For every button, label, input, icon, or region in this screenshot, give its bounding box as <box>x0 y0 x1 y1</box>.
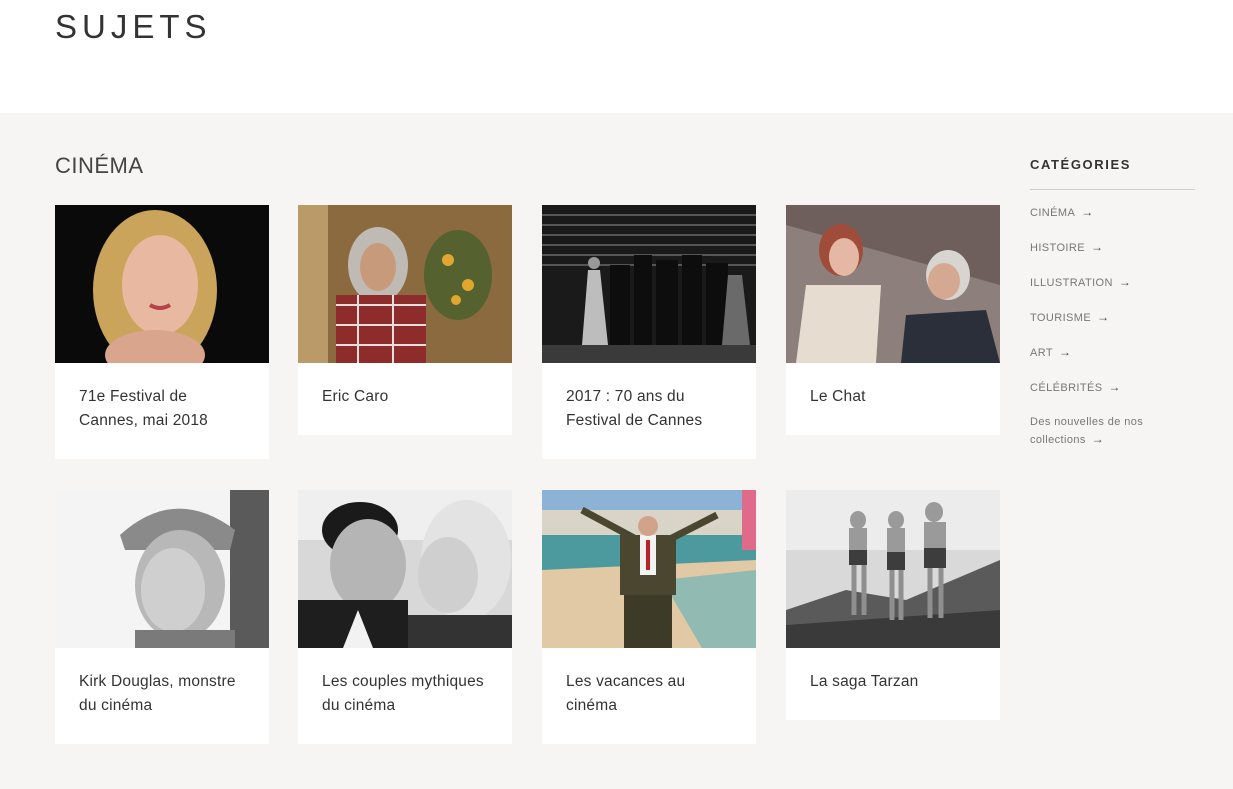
section-title: CINÉMA <box>55 153 144 178</box>
categories-sidebar: CATÉGORIES CINÉMA → HISTOIRE → ILLUSTRATIO… <box>1030 157 1195 466</box>
content-area: CINÉMA 71e Festival de Cannes, mai 2018 <box>0 113 1233 789</box>
card-title[interactable]: Les vacances au cinéma <box>542 648 756 742</box>
card-image[interactable] <box>542 490 756 648</box>
sidebar-item-label[interactable]: CINÉMA <box>1030 207 1075 219</box>
card-vacances-au-cinema[interactable]: Les vacances au cinéma <box>542 490 756 744</box>
page-title: SUJETS <box>55 8 212 45</box>
sidebar-item-label[interactable]: ILLUSTRATION <box>1030 277 1113 289</box>
card-kirk-douglas[interactable]: Kirk Douglas, monstre du cinéma <box>55 490 269 744</box>
card-saga-tarzan[interactable]: La saga Tarzan <box>786 490 1000 720</box>
card-image[interactable] <box>786 205 1000 363</box>
sidebar-item-tourisme[interactable]: TOURISME → <box>1030 309 1195 327</box>
arrow-right-icon[interactable]: → <box>1108 379 1120 396</box>
card-image[interactable] <box>298 490 512 648</box>
card-title[interactable]: 71e Festival de Cannes, mai 2018 <box>55 363 269 457</box>
sidebar-item-nouvelles-collections[interactable]: Des nouvelles de nos collections → <box>1030 414 1195 449</box>
sidebar-item-histoire[interactable]: HISTOIRE → <box>1030 239 1195 257</box>
card-title[interactable]: Eric Caro <box>298 363 512 433</box>
arrow-right-icon[interactable]: → <box>1092 431 1104 448</box>
card-image[interactable] <box>786 490 1000 648</box>
arrow-right-icon[interactable]: → <box>1081 204 1093 221</box>
sidebar-item-label[interactable]: HISTOIRE <box>1030 242 1085 254</box>
card-le-chat[interactable]: Le Chat <box>786 205 1000 435</box>
category-list: CINÉMA → HISTOIRE → ILLUSTRATION → TOURISME… <box>1030 204 1195 449</box>
card-image[interactable] <box>542 205 756 363</box>
card-title[interactable]: 2017 : 70 ans du Festival de Cannes <box>542 363 756 457</box>
arrow-right-icon[interactable]: → <box>1097 309 1109 326</box>
card-couples-mythiques[interactable]: Les couples mythiques du cinéma <box>298 490 512 744</box>
sidebar-item-label[interactable]: CÉLÉBRITÉS <box>1030 382 1102 394</box>
sidebar-item-celebrites[interactable]: CÉLÉBRITÉS → <box>1030 379 1195 397</box>
card-festival-cannes-2018[interactable]: 71e Festival de Cannes, mai 2018 <box>55 205 269 459</box>
card-title[interactable]: Kirk Douglas, monstre du cinéma <box>55 648 269 742</box>
sidebar-item-label[interactable]: TOURISME <box>1030 312 1091 324</box>
card-image[interactable] <box>298 205 512 363</box>
sidebar-item-illustration[interactable]: ILLUSTRATION → <box>1030 274 1195 292</box>
arrow-right-icon[interactable]: → <box>1091 239 1103 256</box>
sidebar-title: CATÉGORIES <box>1030 157 1195 190</box>
card-title[interactable]: Les couples mythiques du cinéma <box>298 648 512 742</box>
card-eric-caro[interactable]: Eric Caro <box>298 205 512 435</box>
page-header: SUJETS <box>0 0 1233 113</box>
arrow-right-icon[interactable]: → <box>1059 344 1071 361</box>
sidebar-item-label[interactable]: ART <box>1030 347 1053 359</box>
card-title[interactable]: La saga Tarzan <box>786 648 1000 718</box>
sidebar-item-label[interactable]: Des nouvelles de nos collections <box>1030 416 1143 446</box>
card-70-ans-festival[interactable]: 2017 : 70 ans du Festival de Cannes <box>542 205 756 459</box>
card-image[interactable] <box>55 205 269 363</box>
arrow-right-icon[interactable]: → <box>1119 274 1131 291</box>
sidebar-item-art[interactable]: ART → <box>1030 344 1195 362</box>
card-title[interactable]: Le Chat <box>786 363 1000 433</box>
card-image[interactable] <box>55 490 269 648</box>
sidebar-item-cinema[interactable]: CINÉMA → <box>1030 204 1195 222</box>
